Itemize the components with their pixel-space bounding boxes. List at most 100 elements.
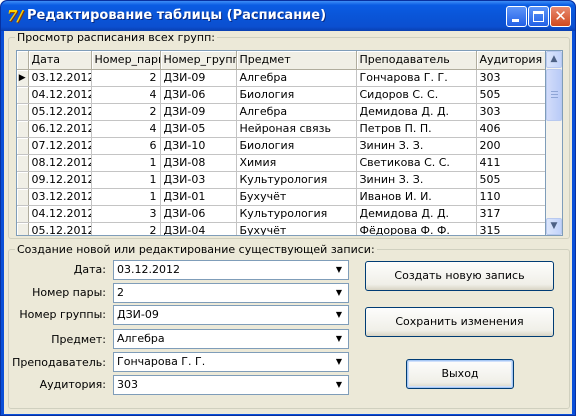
cell-pair[interactable]: 1 (91, 188, 161, 206)
cell-date[interactable]: 09.12.2012 (28, 171, 92, 189)
table-row[interactable]: 07.12.2012 6 ДЗИ-10 Биология Зинин З. З. 200 (17, 137, 545, 155)
cell-subject[interactable]: Биология (236, 137, 357, 155)
row-indicator[interactable] (17, 120, 29, 138)
title-bar[interactable]: 7/ Редактирование таблицы (Расписание) ✕ (1, 1, 575, 31)
cell-subject[interactable]: Культурология (236, 171, 357, 189)
cell-date[interactable]: 05.12.2012 (28, 103, 92, 121)
cell-subject[interactable]: Нейроная связь (236, 120, 357, 138)
teacher-combo[interactable]: Гончарова Г. Г. ▼ (113, 352, 349, 372)
cell-pair[interactable]: 2 (91, 222, 161, 235)
scroll-thumb[interactable] (546, 69, 562, 121)
cell-date[interactable]: 05.12.2012 (28, 222, 92, 235)
cell-subject[interactable]: Культурология (236, 205, 357, 223)
cell-group[interactable]: ДЗИ-06 (160, 86, 237, 104)
column-header-room[interactable]: Аудитория (476, 51, 545, 70)
grid-vertical-scrollbar[interactable]: ▲ ▼ (546, 50, 563, 236)
cell-subject[interactable]: Алгебра (236, 103, 357, 121)
group-combo[interactable]: ДЗИ-09 ▼ (113, 305, 349, 325)
cell-group[interactable]: ДЗИ-03 (160, 171, 237, 189)
room-combo[interactable]: 303 ▼ (113, 375, 349, 395)
cell-date[interactable]: 04.12.2012 (28, 205, 92, 223)
cell-date[interactable]: 03.12.2012 (28, 69, 92, 87)
row-indicator[interactable] (17, 188, 29, 206)
cell-pair[interactable]: 4 (91, 120, 161, 138)
minimize-button[interactable] (506, 6, 527, 27)
cell-group[interactable]: ДЗИ-09 (160, 69, 237, 87)
cell-pair[interactable]: 2 (91, 103, 161, 121)
subject-combo[interactable]: Алгебра ▼ (113, 329, 349, 349)
create-record-button[interactable]: Создать новую запись (365, 261, 554, 291)
cell-room[interactable]: 303 (476, 103, 545, 121)
cell-subject[interactable]: Химия (236, 154, 357, 172)
current-row-indicator[interactable]: ▶ (17, 69, 29, 87)
dropdown-arrow-icon[interactable]: ▼ (331, 331, 347, 347)
cell-teacher[interactable]: Сидоров С. С. (356, 86, 477, 104)
dropdown-arrow-icon[interactable]: ▼ (331, 354, 347, 370)
cell-date[interactable]: 07.12.2012 (28, 137, 92, 155)
pair-combo[interactable]: 2 ▼ (113, 283, 349, 303)
cell-subject[interactable]: Бухучёт (236, 188, 357, 206)
cell-group[interactable]: ДЗИ-06 (160, 205, 237, 223)
cell-teacher[interactable]: Демидова Д. Д. (356, 103, 477, 121)
cell-group[interactable]: ДЗИ-08 (160, 154, 237, 172)
close-button[interactable]: ✕ (550, 6, 571, 27)
cell-pair[interactable]: 3 (91, 205, 161, 223)
table-row[interactable]: 09.12.2012 1 ДЗИ-03 Культурология Зинин З. З… (17, 171, 545, 189)
row-indicator[interactable] (17, 205, 29, 223)
delphi-app-icon[interactable]: 7/ (7, 8, 23, 24)
row-indicator[interactable] (17, 86, 29, 104)
exit-button[interactable]: Выход (406, 359, 514, 389)
table-row[interactable]: ▶ 03.12.2012 2 ДЗИ-09 Алгебра Гончарова Г. Г.… (17, 69, 545, 87)
row-indicator[interactable] (17, 103, 29, 121)
table-row[interactable]: 08.12.2012 1 ДЗИ-08 Химия Светикова С. С. 411 (17, 154, 545, 172)
cell-room[interactable]: 315 (476, 222, 545, 235)
cell-subject[interactable]: Алгебра (236, 69, 357, 87)
cell-pair[interactable]: 1 (91, 154, 161, 172)
cell-room[interactable]: 411 (476, 154, 545, 172)
column-header-pair[interactable]: Номер_пары (91, 51, 161, 70)
save-changes-button[interactable]: Сохранить изменения (365, 307, 554, 337)
dropdown-arrow-icon[interactable]: ▼ (331, 377, 347, 393)
cell-teacher[interactable]: Зинин З. З. (356, 137, 477, 155)
table-row[interactable]: 04.12.2012 3 ДЗИ-06 Культурология Демидова Д… (17, 205, 545, 223)
cell-subject[interactable]: Биология (236, 86, 357, 104)
date-combo[interactable]: 03.12.2012 ▼ (113, 260, 349, 280)
cell-subject[interactable]: Бухучёт (236, 222, 357, 235)
cell-group[interactable]: ДЗИ-04 (160, 222, 237, 235)
cell-teacher[interactable]: Иванов И. И. (356, 188, 477, 206)
cell-group[interactable]: ДЗИ-05 (160, 120, 237, 138)
cell-room[interactable]: 317 (476, 205, 545, 223)
cell-pair[interactable]: 1 (91, 171, 161, 189)
cell-teacher[interactable]: Гончарова Г. Г. (356, 69, 477, 87)
cell-date[interactable]: 08.12.2012 (28, 154, 92, 172)
row-indicator[interactable] (17, 171, 29, 189)
dropdown-arrow-icon[interactable]: ▼ (331, 262, 347, 278)
row-indicator[interactable] (17, 137, 29, 155)
schedule-grid[interactable]: Дата Номер_пары Номер_группы Предмет Пре… (16, 50, 546, 236)
cell-group[interactable]: ДЗИ-01 (160, 188, 237, 206)
scroll-up-button[interactable]: ▲ (546, 51, 562, 68)
cell-group[interactable]: ДЗИ-10 (160, 137, 237, 155)
maximize-button[interactable] (528, 6, 549, 27)
cell-room[interactable]: 505 (476, 86, 545, 104)
table-row[interactable]: 05.12.2012 2 ДЗИ-09 Алгебра Демидова Д. Д. 30… (17, 103, 545, 121)
scroll-down-button[interactable]: ▼ (546, 218, 562, 235)
cell-teacher[interactable]: Демидова Д. Д. (356, 205, 477, 223)
table-row[interactable]: 05.12.2012 2 ДЗИ-04 Бухучёт Фёдорова Ф. Ф. 31… (17, 222, 545, 235)
cell-teacher[interactable]: Петров П. П. (356, 120, 477, 138)
column-header-subject[interactable]: Предмет (236, 51, 357, 70)
dropdown-arrow-icon[interactable]: ▼ (331, 307, 347, 323)
row-indicator[interactable] (17, 154, 29, 172)
cell-room[interactable]: 505 (476, 171, 545, 189)
column-header-date[interactable]: Дата (28, 51, 92, 70)
dropdown-arrow-icon[interactable]: ▼ (331, 285, 347, 301)
cell-pair[interactable]: 6 (91, 137, 161, 155)
table-row[interactable]: 04.12.2012 4 ДЗИ-06 Биология Сидоров С. С. 50… (17, 86, 545, 104)
cell-room[interactable]: 110 (476, 188, 545, 206)
cell-date[interactable]: 03.12.2012 (28, 188, 92, 206)
cell-teacher[interactable]: Зинин З. З. (356, 171, 477, 189)
cell-date[interactable]: 06.12.2012 (28, 120, 92, 138)
column-header-group[interactable]: Номер_группы (160, 51, 237, 70)
cell-teacher[interactable]: Фёдорова Ф. Ф. (356, 222, 477, 235)
table-row[interactable]: 03.12.2012 1 ДЗИ-01 Бухучёт Иванов И. И. 110 (17, 188, 545, 206)
